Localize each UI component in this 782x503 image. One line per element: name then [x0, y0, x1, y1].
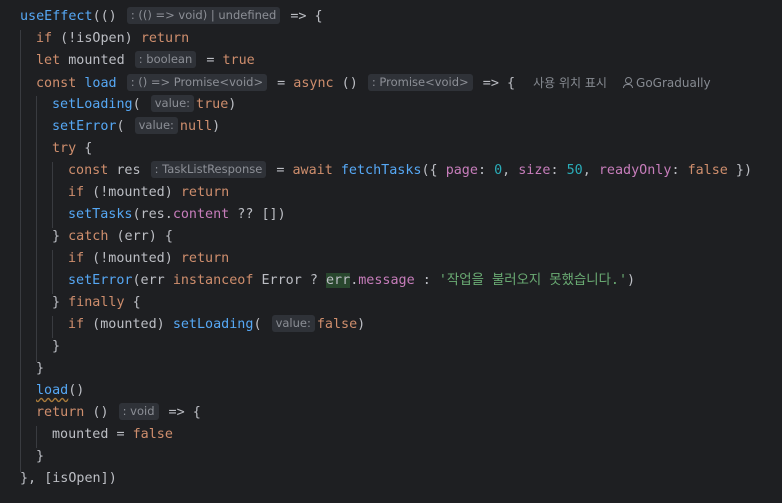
code-line[interactable]: mounted = false — [52, 424, 782, 446]
dependency-array: [isOpen] — [44, 471, 109, 486]
indent-guide — [20, 30, 21, 472]
code-line[interactable]: useEffect(() : (() => void) | undefined … — [20, 6, 782, 28]
type-hint: : (() => void) | undefined — [126, 7, 281, 24]
code-line[interactable]: }, [isOpen]) — [20, 468, 782, 490]
type-hint: : TaskListResponse — [150, 161, 267, 178]
type-hint: : boolean — [134, 51, 197, 68]
code-line[interactable]: } — [52, 336, 782, 358]
load-call[interactable]: load — [36, 383, 68, 398]
author-link[interactable]: GoGradually — [623, 76, 711, 90]
indent-guide — [52, 316, 53, 338]
code-line[interactable]: const load : () => Promise<void> = async… — [36, 72, 782, 94]
param-hint: value: — [134, 117, 178, 134]
code-editor[interactable]: useEffect(() : (() => void) | undefined … — [0, 0, 782, 503]
type-hint: : void — [118, 403, 159, 420]
code-line[interactable]: } catch (err) { — [52, 226, 782, 248]
param-hint: value: — [271, 315, 315, 332]
code-line[interactable]: let mounted : boolean = true — [36, 50, 782, 72]
code-line[interactable]: const res : TaskListResponse = await fet… — [68, 160, 782, 182]
code-line[interactable]: return () : void => { — [36, 402, 782, 424]
code-line[interactable]: setLoading( value: true) — [52, 94, 782, 116]
code-line[interactable]: setError( value: null) — [52, 116, 782, 138]
person-icon — [623, 77, 634, 88]
indent-guide — [52, 250, 53, 294]
code-line[interactable]: } — [36, 446, 782, 468]
type-hint: : () => Promise<void> — [126, 74, 268, 91]
param-hint: value: — [150, 95, 195, 112]
code-line[interactable]: load() — [36, 380, 782, 402]
code-line[interactable]: if (!mounted) return — [68, 182, 782, 204]
indent-guide — [52, 162, 53, 228]
code-line[interactable]: setError(err instanceof Error ? err.mess… — [68, 270, 782, 292]
code-line[interactable]: if (!isOpen) return — [36, 28, 782, 50]
code-line[interactable]: } finally { — [52, 292, 782, 314]
code-line[interactable]: if (!mounted) return — [68, 248, 782, 270]
indent-guide — [36, 96, 37, 362]
indent-guide — [36, 426, 37, 448]
type-hint: : Promise<void> — [367, 74, 473, 91]
usages-link[interactable]: 사용 위치 표시 — [533, 76, 607, 90]
code-line[interactable]: } — [36, 358, 782, 380]
error-message-string: '작업을 불러오지 못했습니다.' — [438, 273, 628, 288]
code-line[interactable]: setTasks(res.content ?? []) — [68, 204, 782, 226]
code-line[interactable]: if (mounted) setLoading( value: false) — [68, 314, 782, 336]
code-line[interactable]: try { — [52, 138, 782, 160]
use-effect-call: useEffect — [20, 9, 93, 24]
highlighted-identifier[interactable]: err — [326, 273, 351, 288]
